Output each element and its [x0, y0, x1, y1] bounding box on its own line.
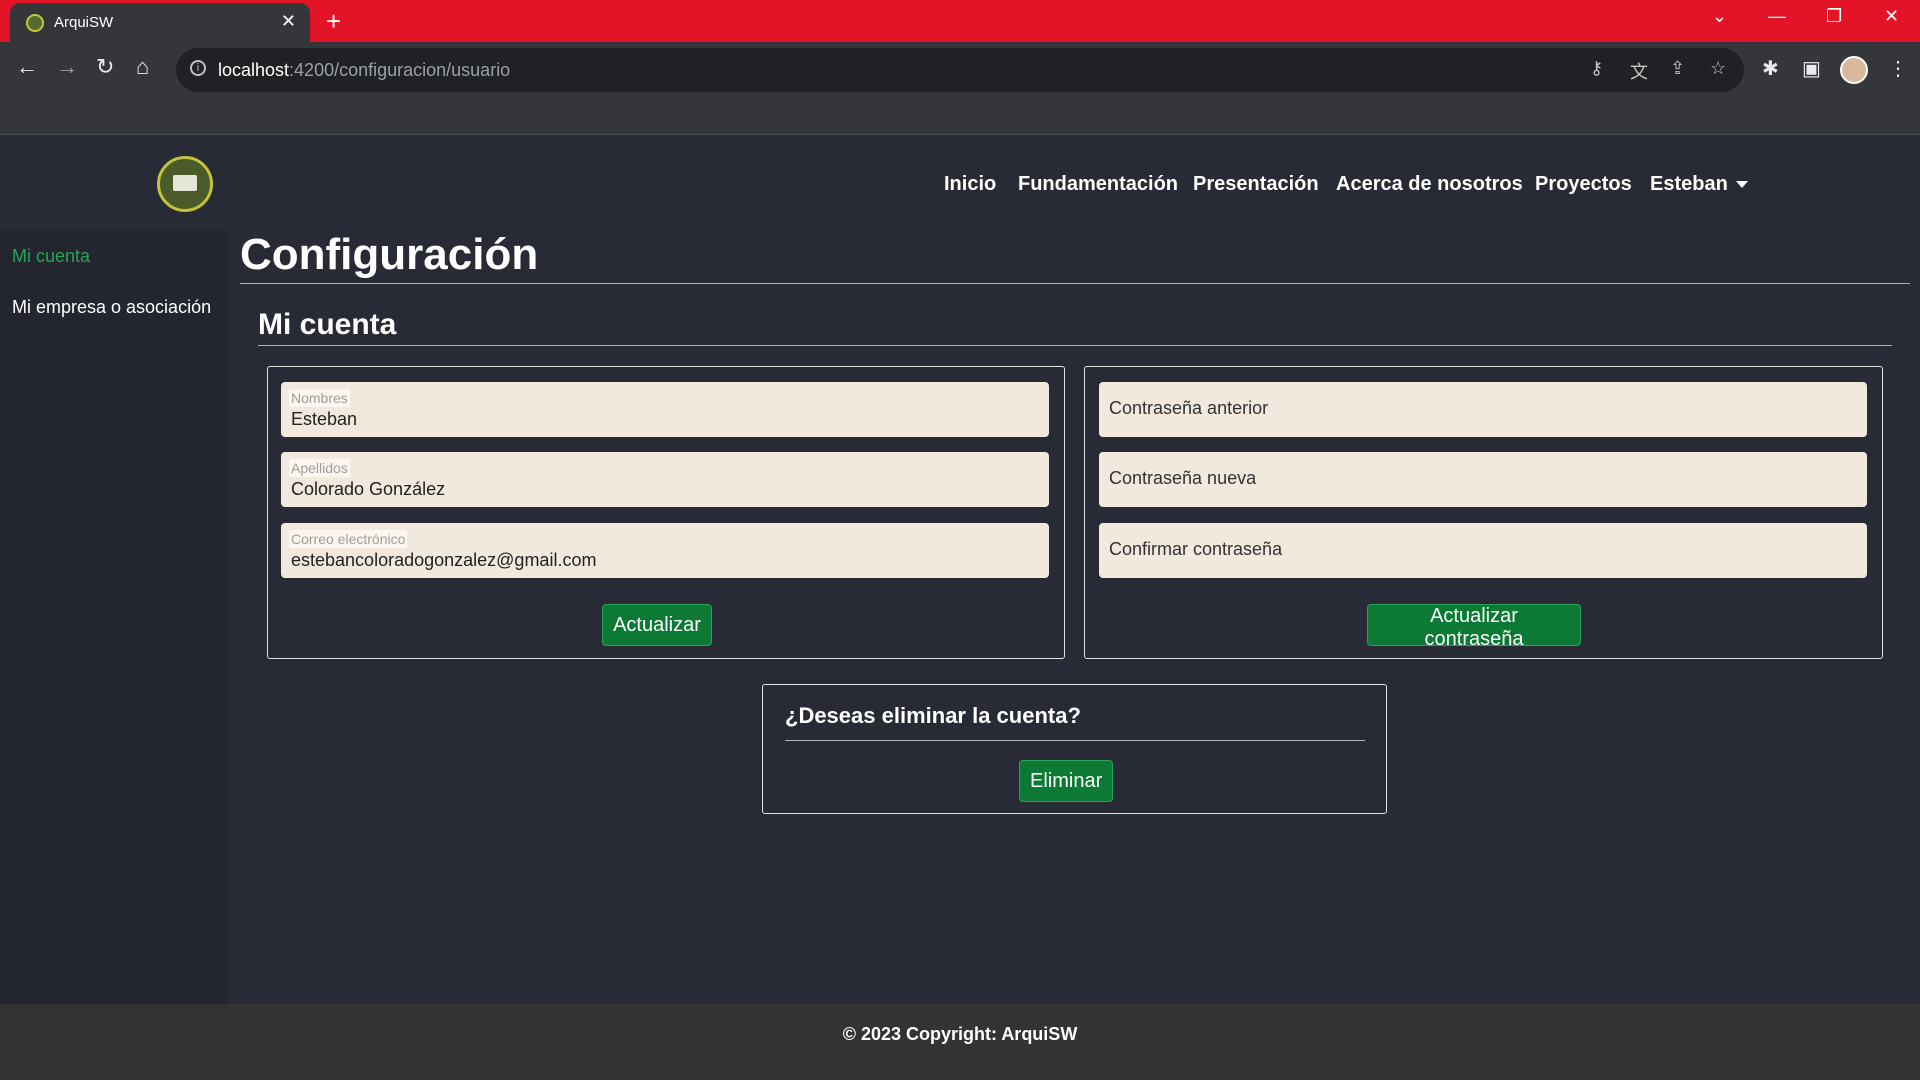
caret-down-icon — [1735, 181, 1748, 189]
page-title: Configuración — [240, 230, 539, 279]
new-password-placeholder: Contraseña nueva — [1109, 468, 1257, 488]
nav-presentacion[interactable]: Presentación — [1193, 173, 1319, 196]
apellidos-field[interactable]: Apellidos Colorado González — [281, 452, 1049, 507]
url-text: localhost:4200/configuracion/usuario — [218, 60, 511, 80]
user-menu-label: Esteban — [1650, 173, 1728, 195]
address-bar[interactable]: i localhost:4200/configuracion/usuario ⚷… — [176, 48, 1744, 92]
bookmark-star-icon[interactable]: ☆ — [1710, 58, 1726, 79]
correo-value: estebancoloradogonzalez@gmail.com — [291, 550, 597, 570]
reload-icon[interactable]: ↻ — [96, 54, 114, 80]
sidebar: Mi cuenta Mi empresa o asociación — [0, 230, 228, 1004]
correo-label: Correo electrónico — [289, 530, 408, 548]
old-password-field[interactable]: Contraseña anterior — [1099, 382, 1867, 437]
share-icon[interactable]: ⇪ — [1670, 58, 1685, 79]
tab-title: ArquiSW — [54, 14, 114, 31]
back-icon[interactable]: ← — [16, 54, 38, 80]
apellidos-value: Colorado González — [291, 479, 446, 499]
delete-divider — [785, 740, 1365, 741]
profile-avatar[interactable] — [1840, 56, 1868, 84]
copyright-text: © 2023 Copyright: ArquiSW — [842, 1024, 1078, 1044]
actualizar-contrasena-button[interactable]: Actualizar contraseña — [1367, 604, 1581, 650]
delete-account-question: ¿Deseas eliminar la cuenta? — [785, 703, 1081, 728]
restore-icon[interactable]: ❐ — [1826, 6, 1842, 27]
minimize-icon[interactable]: — — [1768, 6, 1786, 27]
menu-kebab-icon[interactable]: ⋮ — [1888, 56, 1908, 81]
logo-emblem — [173, 175, 197, 191]
delete-account-card: ¿Deseas eliminar la cuenta? Eliminar — [762, 684, 1387, 814]
confirm-password-placeholder: Confirmar contraseña — [1109, 539, 1283, 559]
old-password-placeholder: Contraseña anterior — [1109, 398, 1269, 418]
site-favicon-icon — [26, 14, 44, 32]
home-icon[interactable]: ⌂ — [136, 54, 149, 80]
title-divider — [240, 283, 1910, 284]
user-menu-dropdown[interactable]: Esteban — [1650, 173, 1748, 196]
close-tab-icon[interactable]: ✕ — [281, 11, 296, 32]
nombres-field[interactable]: Nombres Esteban — [281, 382, 1049, 437]
nombres-value: Esteban — [291, 409, 358, 429]
confirm-password-field[interactable]: Confirmar contraseña — [1099, 523, 1867, 578]
side-panel-icon[interactable]: ▣ — [1802, 56, 1821, 81]
translate-icon[interactable]: 文 — [1630, 58, 1648, 84]
sidebar-item-mi-cuenta[interactable]: Mi cuenta — [12, 246, 90, 267]
site-logo[interactable] — [157, 156, 213, 212]
nav-fundamentacion[interactable]: Fundamentación — [1018, 173, 1178, 196]
browser-tab-bar: ArquiSW ✕ + ⌄ — ❐ ✕ — [0, 0, 1920, 42]
forward-icon[interactable]: → — [56, 54, 78, 80]
nombres-label: Nombres — [289, 389, 350, 407]
eliminar-button[interactable]: Eliminar — [1019, 760, 1113, 802]
footer: © 2023 Copyright: ArquiSW — [0, 1004, 1920, 1080]
browser-tab[interactable]: ArquiSW ✕ — [10, 3, 310, 42]
new-tab-icon[interactable]: + — [326, 6, 341, 37]
section-title: Mi cuenta — [258, 308, 397, 341]
password-form-card: Contraseña anterior Contraseña nueva Con… — [1084, 366, 1883, 659]
nav-inicio[interactable]: Inicio — [944, 173, 996, 196]
nav-acerca-de-nosotros[interactable]: Acerca de nosotros — [1336, 173, 1523, 196]
nav-proyectos[interactable]: Proyectos — [1535, 173, 1632, 196]
key-icon[interactable]: ⚷ — [1590, 58, 1603, 79]
extensions-icon[interactable]: ✱ — [1762, 56, 1779, 81]
actualizar-button[interactable]: Actualizar — [602, 604, 712, 646]
apellidos-label: Apellidos — [289, 459, 350, 477]
new-password-field[interactable]: Contraseña nueva — [1099, 452, 1867, 507]
profile-form-card: Nombres Esteban Apellidos Colorado Gonzá… — [267, 366, 1065, 659]
sidebar-item-mi-empresa[interactable]: Mi empresa o asociación — [12, 297, 211, 318]
correo-field[interactable]: Correo electrónico estebancoloradogonzal… — [281, 523, 1049, 578]
site-info-icon[interactable]: i — [190, 60, 206, 76]
site-header: Inicio Fundamentación Presentación Acerc… — [0, 135, 1920, 230]
tab-search-chevron-icon[interactable]: ⌄ — [1712, 6, 1727, 27]
section-divider — [258, 345, 1892, 346]
close-window-icon[interactable]: ✕ — [1884, 6, 1899, 27]
